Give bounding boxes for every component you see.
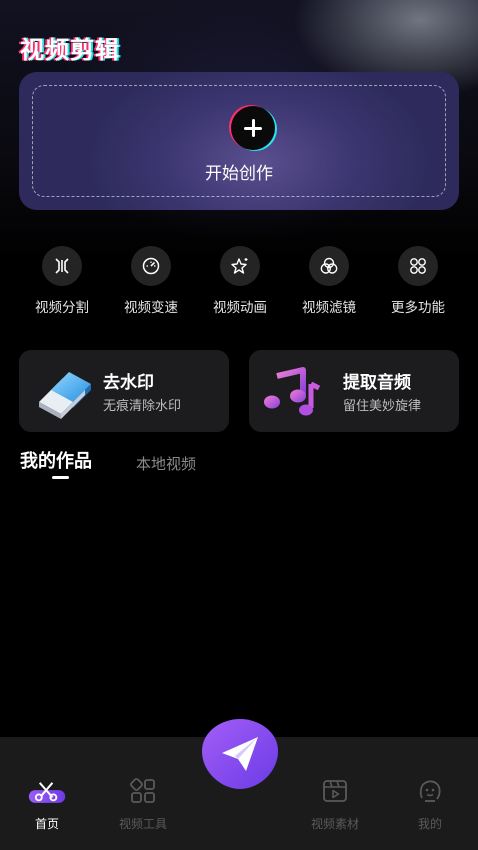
tool-label: 视频变速 <box>124 300 178 316</box>
nav-item-video-tools[interactable]: 视频工具 <box>103 773 183 832</box>
grid-more-icon <box>398 246 438 286</box>
start-create-card[interactable]: 开始创作 <box>19 72 459 210</box>
tool-video-speed[interactable]: 视频变速 <box>107 246 195 316</box>
smiley-face-icon <box>410 773 450 809</box>
start-create-label: 开始创作 <box>205 164 273 184</box>
tool-label: 视频动画 <box>213 300 267 316</box>
feature-subtitle: 留住美妙旋律 <box>343 399 422 414</box>
create-dashed-frame: 开始创作 <box>32 85 446 197</box>
speedometer-icon <box>131 246 171 286</box>
feature-subtitle: 无痕清除水印 <box>103 399 182 414</box>
feature-title: 提取音频 <box>343 373 411 393</box>
tool-label: 视频分割 <box>35 300 89 316</box>
nav-label: 我的 <box>417 817 442 831</box>
tool-label: 视频滤镜 <box>302 300 356 316</box>
tab-active-indicator <box>52 476 69 479</box>
feature-title: 去水印 <box>103 373 154 393</box>
scissors-icon <box>27 773 67 809</box>
plus-icon[interactable] <box>231 106 275 150</box>
tab-local-videos[interactable]: 本地视频 <box>136 453 196 474</box>
nav-item-mine[interactable]: 我的 <box>390 773 470 832</box>
center-create-button[interactable] <box>200 717 280 791</box>
nav-label: 视频素材 <box>310 817 359 831</box>
music-notes-icon <box>263 364 325 420</box>
filter-circles-icon <box>309 246 349 286</box>
tool-video-split[interactable]: 视频分割 <box>18 246 106 316</box>
tool-label: 更多功能 <box>391 300 445 316</box>
tool-more-functions[interactable]: 更多功能 <box>374 246 462 316</box>
nav-item-home[interactable]: 首页 <box>7 773 87 832</box>
sparkle-star-icon <box>220 246 260 286</box>
app-title: 视频剪辑 <box>20 36 120 64</box>
remove-watermark-card[interactable]: 去水印 无痕清除水印 <box>19 350 229 432</box>
extract-audio-card[interactable]: 提取音频 留住美妙旋律 <box>249 350 459 432</box>
nav-label: 首页 <box>34 817 59 831</box>
tab-my-works[interactable]: 我的作品 <box>20 447 92 473</box>
nav-label: 视频工具 <box>118 817 167 831</box>
split-icon <box>42 246 82 286</box>
tool-video-filter[interactable]: 视频滤镜 <box>285 246 373 316</box>
tool-video-animation[interactable]: 视频动画 <box>196 246 284 316</box>
tools-grid-icon <box>123 773 163 809</box>
nav-item-video-material[interactable]: 视频素材 <box>295 773 375 832</box>
eraser-icon <box>33 364 95 420</box>
tool-row: 视频分割 视频变速 视频动画 视频滤镜 更多功能 <box>18 246 462 316</box>
film-play-icon <box>315 773 355 809</box>
